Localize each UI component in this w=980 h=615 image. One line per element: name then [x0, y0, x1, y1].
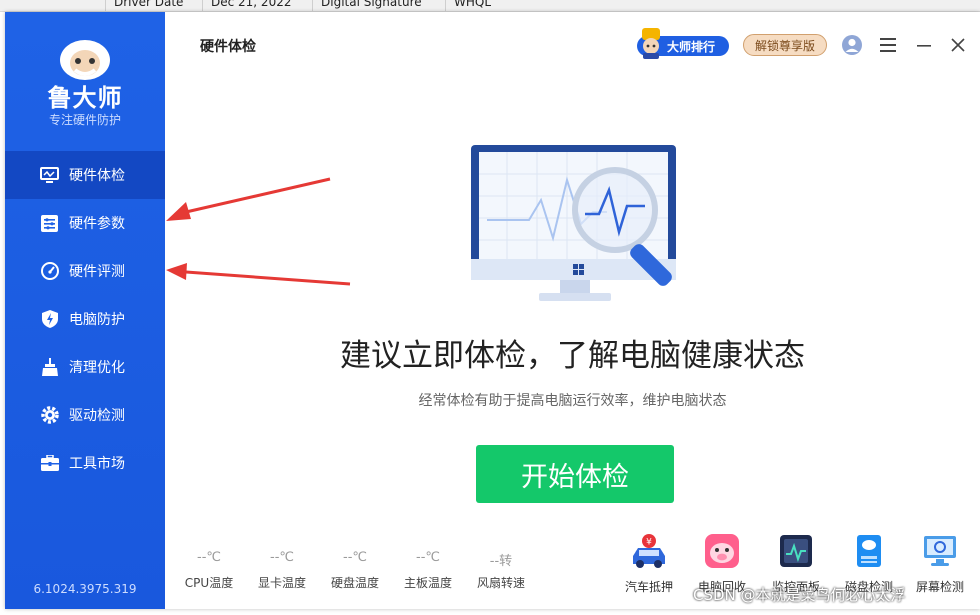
screen-check-icon — [924, 536, 956, 566]
sidebar-item-label: 电脑防护 — [69, 312, 125, 328]
sensor-value: --转 — [489, 554, 513, 569]
watermark: CSDN @本就是菜鸟何必心太浮 — [693, 586, 906, 604]
sidebar-item-cleanup[interactable]: 清理优化 — [5, 343, 165, 391]
pig-recycle-icon — [705, 534, 739, 568]
sensor-value: --℃ — [197, 550, 221, 565]
sensor-label: 风扇转速 — [476, 576, 525, 590]
speedometer-icon — [40, 262, 59, 281]
rank-button-label: 大师排行 — [667, 39, 716, 54]
sidebar: 鲁大师 专注硬件防护 硬件体检 硬件参数 硬件评测 电脑防护 清理优化 驱动检测… — [5, 12, 165, 609]
monitor-pulse-icon — [40, 166, 59, 185]
monitor-panel-icon — [780, 535, 812, 567]
sensor-fan-speed: --转 风扇转速 — [467, 550, 535, 591]
tool-screen-check[interactable]: 屏幕检测 — [905, 532, 975, 595]
sidebar-item-label: 清理优化 — [69, 360, 125, 376]
sliders-icon — [40, 214, 59, 233]
tool-label: 屏幕检测 — [915, 580, 964, 594]
disk-check-icon — [857, 535, 881, 567]
sidebar-item-driver-check[interactable]: 驱动检测 — [5, 391, 165, 439]
unlock-premium-button[interactable]: 解锁尊享版 — [743, 34, 827, 56]
sidebar-item-label: 硬件体检 — [69, 168, 125, 184]
monitor-magnifier-illustration — [471, 145, 676, 301]
sidebar-item-label: 驱动检测 — [69, 408, 125, 424]
bg-column-date: Dec 21, 2022 — [202, 0, 291, 11]
sensor-label: 显卡温度 — [257, 576, 306, 590]
sidebar-item-pc-protection[interactable]: 电脑防护 — [5, 295, 165, 343]
sensor-label: CPU温度 — [184, 576, 234, 590]
sensor-gpu-temp: --℃ 显卡温度 — [248, 550, 316, 591]
unlock-premium-label: 解锁尊享版 — [754, 38, 815, 53]
sensor-value: --℃ — [270, 550, 294, 565]
toolbox-icon — [40, 454, 59, 473]
version-text: 6.1024.3975.319 — [33, 582, 137, 596]
tool-car-pledge[interactable]: ¥ 汽车抵押 — [614, 532, 684, 595]
start-check-button[interactable]: 开始体检 — [476, 445, 674, 503]
bg-column-whql: WHQL — [445, 0, 491, 11]
page-title: 硬件体检 — [200, 39, 256, 55]
broom-icon — [40, 358, 59, 377]
sensor-label: 主板温度 — [403, 576, 452, 590]
gear-icon — [40, 406, 59, 425]
sensor-label: 硬盘温度 — [330, 576, 379, 590]
subline: 经常体检有助于提高电脑运行效率，维护电脑状态 — [418, 393, 727, 409]
logo-title: 鲁大师 — [47, 84, 123, 112]
sensor-board-temp: --℃ 主板温度 — [394, 550, 462, 591]
sensor-disk-temp: --℃ 硬盘温度 — [321, 550, 389, 591]
shield-lightning-icon — [40, 310, 59, 329]
car-pledge-icon: ¥ — [633, 534, 665, 568]
svg-text:¥: ¥ — [646, 538, 652, 548]
start-check-label: 开始体检 — [521, 461, 629, 493]
sensor-cpu-temp: --℃ CPU温度 — [175, 550, 243, 591]
background-driver-window: Driver Date Dec 21, 2022 Digital Signatu… — [0, 0, 980, 12]
app-window: 鲁大师 专注硬件防护 硬件体检 硬件参数 硬件评测 电脑防护 清理优化 驱动检测… — [5, 12, 980, 609]
minimize-icon[interactable] — [917, 45, 931, 47]
screen: Driver Date Dec 21, 2022 Digital Signatu… — [0, 0, 980, 615]
sidebar-item-label: 工具市场 — [69, 456, 125, 472]
user-avatar-icon[interactable] — [841, 34, 863, 56]
menu-icon[interactable] — [880, 38, 896, 52]
sensor-value: --℃ — [343, 550, 367, 565]
sidebar-item-hardware-benchmark[interactable]: 硬件评测 — [5, 247, 165, 295]
logo-subtitle: 专注硬件防护 — [48, 113, 121, 127]
close-icon[interactable] — [951, 38, 965, 52]
sidebar-item-label: 硬件参数 — [69, 216, 125, 232]
sidebar-item-hardware-params[interactable]: 硬件参数 — [5, 199, 165, 247]
headline: 建议立即体检，了解电脑健康状态 — [340, 338, 805, 374]
sidebar-item-hardware-check[interactable]: 硬件体检 — [5, 151, 165, 199]
sensor-value: --℃ — [416, 550, 440, 565]
trophy-avatar-icon — [642, 28, 660, 59]
bg-column-driver-date: Driver Date — [105, 0, 183, 11]
sidebar-item-label: 硬件评测 — [69, 264, 125, 280]
bg-column-digital-signature: Digital Signature — [312, 0, 422, 11]
tool-label: 汽车抵押 — [624, 580, 673, 594]
ludashi-logo-icon — [60, 40, 110, 80]
sidebar-item-tool-market[interactable]: 工具市场 — [5, 439, 165, 487]
